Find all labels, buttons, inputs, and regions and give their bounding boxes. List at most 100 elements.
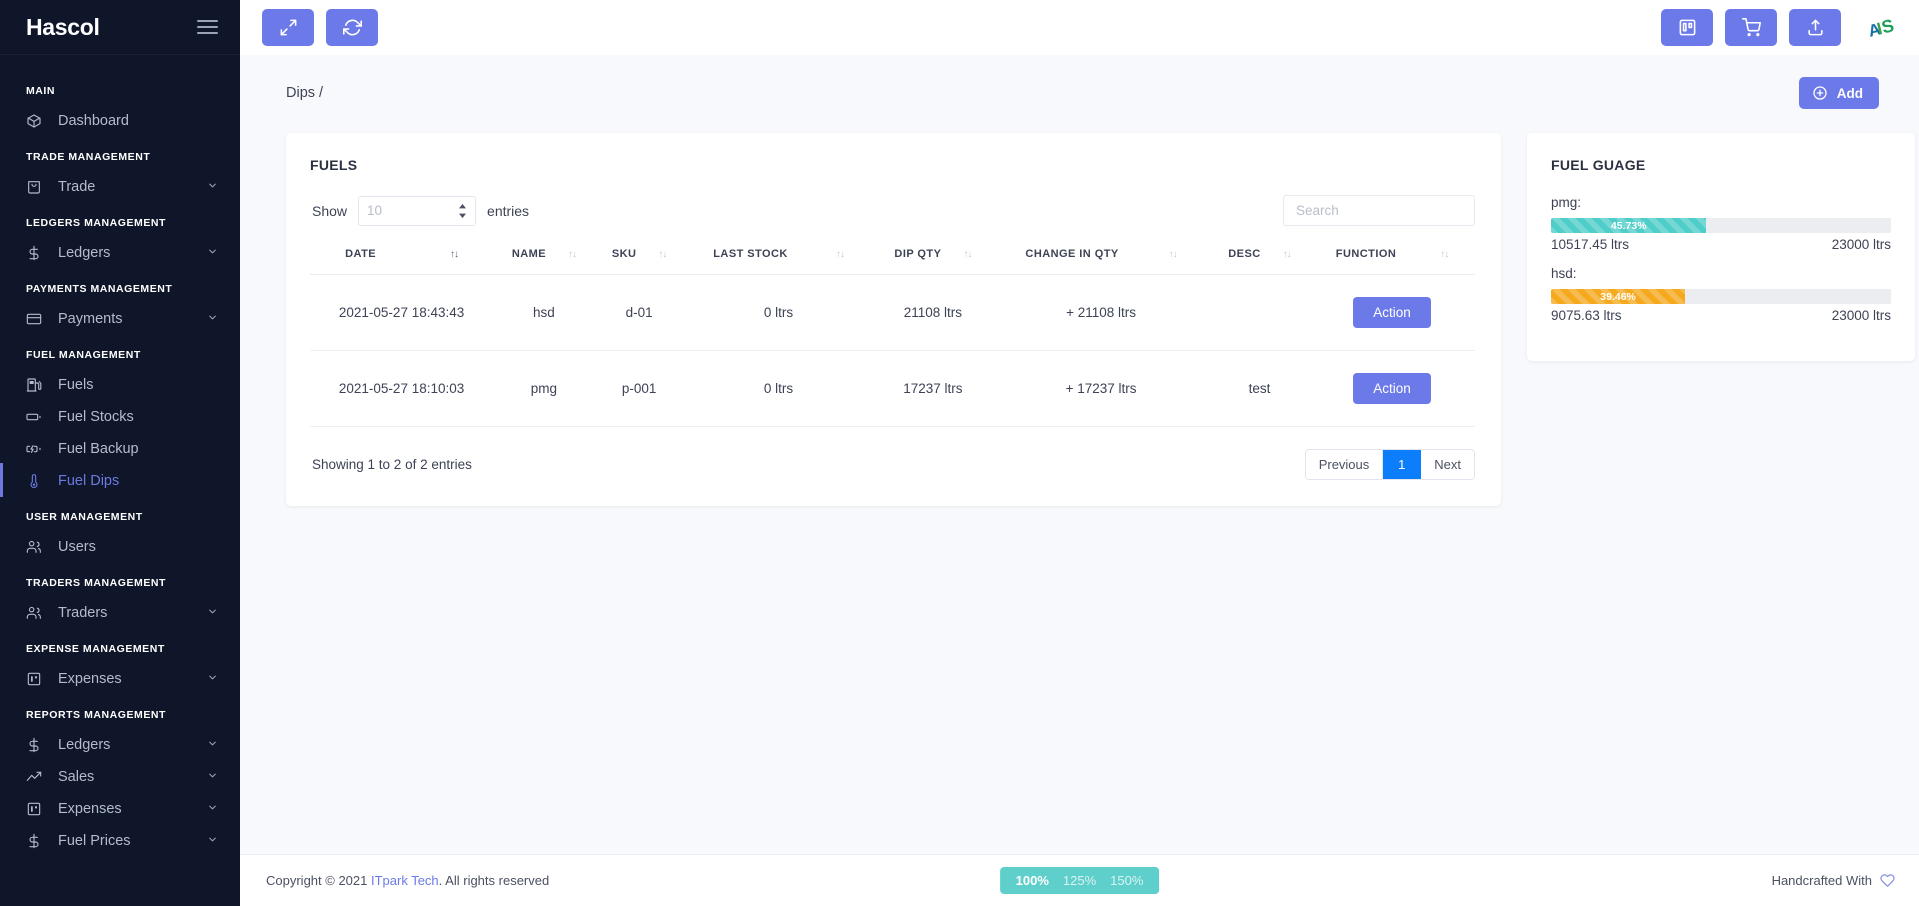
shopping-cart-icon [1741,18,1761,37]
zoom-level-100[interactable]: 100% [1016,873,1049,888]
column-header-label: LAST STOCK [713,248,788,260]
sidebar-item-trade[interactable]: Trade [0,171,240,203]
copyright-prefix: Copyright © 2021 [266,873,371,888]
column-header-sku[interactable]: SKU ↑↓ [594,242,684,275]
sort-toggle-icon[interactable]: ↑↓ [568,249,577,260]
brand-title: Hascol [26,13,100,40]
content-row: FUELS Show 102550100 entries DATE↑↓N [240,119,1919,506]
cell-last-stock: 0 ltrs [683,350,874,427]
footer-handcrafted: Handcrafted With [1772,873,1895,888]
pagination-page-1[interactable]: 1 [1383,450,1422,479]
pagination-next[interactable]: Next [1421,450,1474,479]
action-button[interactable]: Action [1353,373,1431,404]
sidebar-item-label: Users [58,539,96,555]
zoom-control: 100% 125% 150% [999,867,1160,894]
page-footer: Copyright © 2021 ITpark Tech. All rights… [240,854,1919,906]
zoom-level-125[interactable]: 125% [1063,873,1096,888]
handcrafted-label: Handcrafted With [1771,873,1872,888]
action-button[interactable]: Action [1353,297,1431,328]
sidebar-item-dashboard[interactable]: Dashboard [0,105,240,137]
sidebar-item-fuels[interactable]: Fuels [0,369,240,401]
gauge-fill: 39.46% [1551,289,1686,304]
sort-toggle-icon[interactable]: ↑↓ [450,249,459,260]
add-button[interactable]: Add [1798,77,1879,109]
table-row: 2021-05-27 18:43:43 hsd d-01 0 ltrs 21108 lt… [310,274,1475,351]
dollar-icon [24,736,44,754]
sidebar-item-fuel-stocks[interactable]: Fuel Stocks [0,401,240,433]
cell-desc [1209,274,1310,351]
cell-change-in-qty: + 21108 ltrs [992,274,1210,351]
hamburger-menu-icon[interactable] [197,20,218,34]
cell-desc: test [1209,350,1310,427]
pagination: Previous 1 Next [1304,449,1475,480]
trello-board-icon [1679,19,1695,36]
column-header-function[interactable]: FUNCTION ↑↓ [1309,242,1475,275]
sort-toggle-icon[interactable]: ↑↓ [1440,249,1449,260]
sidebar-item-payments[interactable]: Payments [0,303,240,335]
sidebar-item-label: Ledgers [58,245,111,261]
entries-select[interactable]: 102550100 [358,195,477,226]
zoom-level-150[interactable]: 150% [1110,873,1143,888]
gauge-label: pmg: [1551,195,1582,210]
its-logo-icon[interactable]: A I S [1863,10,1899,46]
sidebar-item-expenses[interactable]: Expenses [0,663,240,695]
sort-toggle-icon[interactable]: ↑↓ [658,249,667,260]
chevron-down-icon [207,769,218,785]
sort-toggle-icon[interactable]: ↑↓ [1169,249,1178,260]
sidebar-item-users[interactable]: Users [0,531,240,563]
column-header-label: CHANGE IN QTY [1025,248,1119,260]
sidebar-item-ledgers[interactable]: Ledgers [0,237,240,269]
copyright-suffix: . All rights reserved [438,873,550,888]
table-controls: Show 102550100 entries [310,195,1475,226]
receipt-icon [24,800,44,818]
toolbar-left-group [262,9,378,46]
sidebar-item-label: Ledgers [58,737,111,753]
battery-charging-icon [24,440,44,458]
fullscreen-button[interactable] [262,9,314,46]
entries-label: entries [487,202,530,219]
cell-date: 2021-05-27 18:43:43 [310,274,494,351]
share-button[interactable] [1789,9,1841,46]
gauge-track: 39.46% [1551,289,1891,304]
refresh-button[interactable] [326,9,378,46]
fuels-card-title: FUELS [310,157,358,173]
sidebar-item-fuel-dips[interactable]: Fuel Dips [0,463,240,497]
sidebar-item-label: Fuel Prices [58,833,131,849]
sidebar-item-fuel-backup[interactable]: Fuel Backup [0,433,240,465]
search-input[interactable] [1283,195,1475,226]
chevron-down-icon [207,801,218,817]
cell-last-stock: 0 ltrs [683,274,874,351]
sidebar-item-label: Dashboard [58,113,129,129]
gauge-percent-label: 45.73% [1610,219,1647,232]
sort-toggle-icon[interactable]: ↑↓ [836,249,845,260]
column-header-name[interactable]: NAME ↑↓ [493,242,595,275]
chevron-down-icon [207,737,218,753]
cell-dip-qty: 17237 ltrs [873,350,993,427]
column-header-desc[interactable]: DESC ↑↓ [1209,242,1310,275]
column-header-label: DESC [1228,248,1261,260]
cell-sku: d-01 [594,274,684,351]
sidebar-item-expenses[interactable]: Expenses [0,793,240,825]
table-footer: Showing 1 to 2 of 2 entries Previous 1 Nex… [310,449,1475,480]
sidebar-item-label: Fuel Stocks [58,409,134,425]
sidebar-item-sales[interactable]: Sales [0,761,240,793]
add-button-label: Add [1836,85,1863,101]
chevron-down-icon [207,605,218,621]
sort-toggle-icon[interactable]: ↑↓ [963,249,972,260]
sidebar-item-fuel-prices[interactable]: Fuel Prices [0,825,240,857]
sidebar-item-ledgers[interactable]: Ledgers [0,729,240,761]
sort-toggle-icon[interactable]: ↑↓ [1283,249,1292,260]
column-header-change-in-qty[interactable]: CHANGE IN QTY ↑↓ [992,242,1210,275]
cart-button[interactable] [1725,9,1777,46]
sidebar-item-traders[interactable]: Traders [0,597,240,629]
cell-name: pmg [493,350,595,427]
nav-section-title: USER MANAGEMENT [26,511,143,523]
column-header-date[interactable]: DATE ↑↓ [310,242,494,275]
board-button[interactable] [1661,9,1713,46]
column-header-dip-qty[interactable]: DIP QTY ↑↓ [873,242,993,275]
column-header-last-stock[interactable]: LAST STOCK ↑↓ [683,242,874,275]
company-link[interactable]: ITpark Tech [371,873,439,888]
nav-section-title: REPORTS MANAGEMENT [26,709,166,721]
toolbar-right-group: A I S [1661,9,1899,46]
pagination-previous[interactable]: Previous [1305,450,1384,479]
